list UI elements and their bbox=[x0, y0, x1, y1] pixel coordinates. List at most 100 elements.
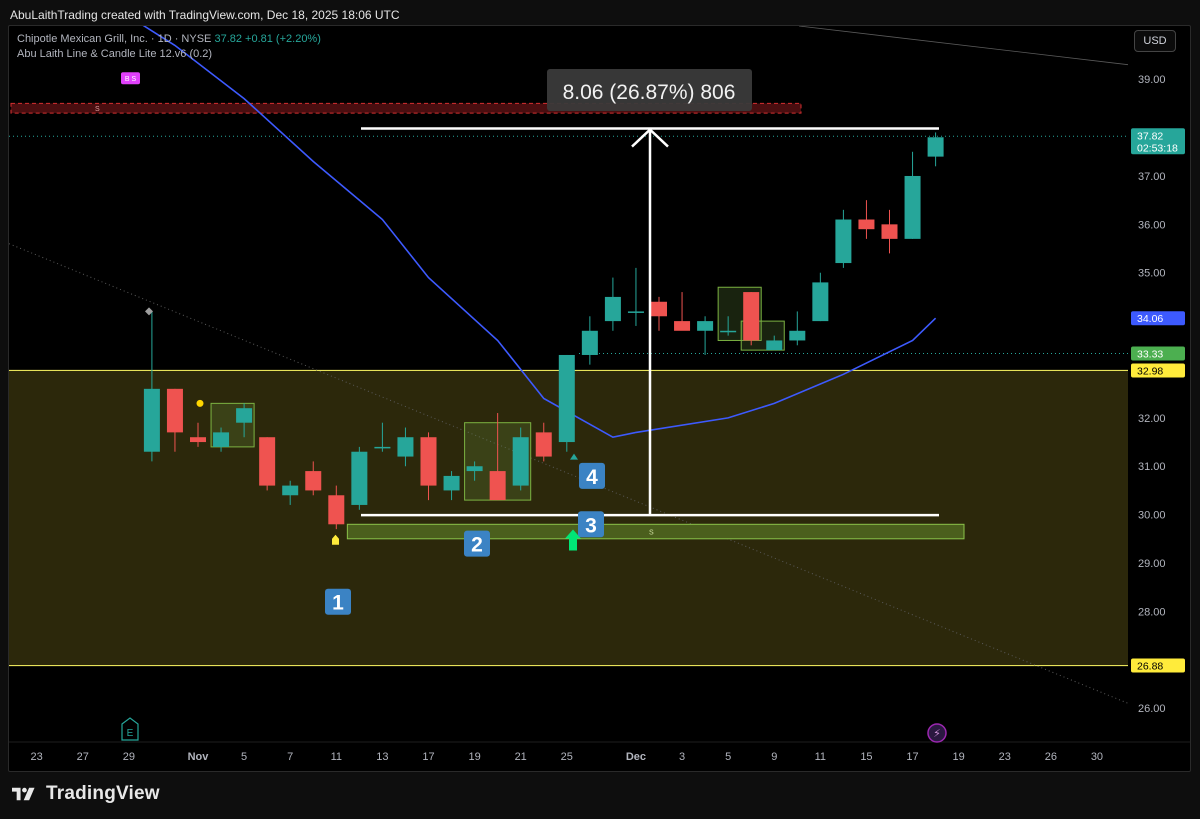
candle-body bbox=[604, 296, 621, 322]
candle-body bbox=[720, 330, 737, 333]
candle-body bbox=[835, 219, 852, 264]
y-tick-label: 29.00 bbox=[1138, 558, 1166, 570]
x-tick-label: 26 bbox=[1045, 751, 1057, 763]
x-tick-label: 11 bbox=[331, 751, 342, 763]
candle-body bbox=[558, 354, 575, 443]
candle-body bbox=[858, 219, 875, 230]
candle[interactable] bbox=[789, 311, 806, 346]
candle-body bbox=[651, 301, 667, 317]
x-tick-label: 5 bbox=[725, 751, 731, 763]
candle-body bbox=[766, 340, 783, 351]
price-change: +0.81 (+2.20%) bbox=[245, 33, 321, 45]
y-tick-label: 26.00 bbox=[1138, 703, 1166, 715]
candle[interactable] bbox=[812, 272, 829, 322]
y-tick-label: 36.00 bbox=[1138, 219, 1166, 231]
x-tick-label: 23 bbox=[999, 751, 1011, 763]
candle-body bbox=[397, 437, 414, 457]
candle-body bbox=[236, 408, 253, 423]
candle-body bbox=[627, 311, 644, 313]
ma-badge-text: 34.06 bbox=[1137, 313, 1163, 325]
step-marker-4-label: 4 bbox=[586, 466, 598, 489]
x-tick-label: 3 bbox=[679, 751, 685, 763]
candle-body bbox=[674, 321, 691, 331]
indicator-legend[interactable]: Abu Laith Line & Candle Lite 12.v6 (0.2) bbox=[17, 48, 212, 60]
candle-body bbox=[697, 321, 714, 331]
candle-body bbox=[581, 330, 598, 355]
candle[interactable] bbox=[651, 296, 667, 331]
last-price: 37.82 bbox=[214, 33, 242, 45]
last-price-badge-text: 37.82 bbox=[1137, 130, 1163, 142]
candle[interactable] bbox=[858, 200, 875, 239]
candle-body bbox=[904, 175, 921, 239]
zone-top-badge-text: 32.98 bbox=[1137, 365, 1163, 377]
candle-body bbox=[282, 485, 299, 496]
candle-body bbox=[466, 466, 483, 472]
zone-bottom-badge-text: 26.88 bbox=[1137, 661, 1163, 673]
x-tick-label: Nov bbox=[188, 751, 210, 763]
candle[interactable] bbox=[627, 267, 644, 326]
last-price-badge-text: 02:53:18 bbox=[1137, 142, 1178, 154]
x-tick-label: 7 bbox=[287, 751, 293, 763]
x-tick-label: 21 bbox=[515, 751, 527, 763]
step-marker-2-label: 2 bbox=[471, 534, 483, 557]
candle-body bbox=[420, 437, 437, 486]
x-tick-label: 15 bbox=[860, 751, 872, 763]
trendline-upper bbox=[798, 26, 1129, 66]
candle-body bbox=[143, 388, 160, 452]
candle[interactable] bbox=[927, 132, 944, 167]
step-marker-3-label: 3 bbox=[585, 514, 597, 537]
y-tick-label: 30.00 bbox=[1138, 510, 1166, 522]
x-tick-label: 25 bbox=[561, 751, 573, 763]
support-band bbox=[346, 523, 965, 540]
earnings-icon-label: E bbox=[127, 728, 134, 739]
candle[interactable] bbox=[558, 354, 575, 452]
symbol-header: Chipotle Mexican Grill, Inc. · 1D · NYSE… bbox=[17, 33, 321, 45]
symbol-name[interactable]: Chipotle Mexican Grill, Inc. · 1D · NYSE bbox=[17, 33, 211, 45]
candle-body bbox=[351, 451, 368, 505]
candle-body bbox=[489, 471, 506, 501]
y-tick-label: 32.00 bbox=[1138, 413, 1166, 425]
tradingview-logo[interactable]: TradingView bbox=[12, 782, 160, 806]
candle[interactable] bbox=[835, 209, 852, 268]
candle[interactable] bbox=[604, 277, 621, 331]
resistance-zone-label: S bbox=[95, 106, 100, 113]
candle-body bbox=[166, 388, 183, 433]
candle-body bbox=[443, 475, 460, 491]
bs-badge-label: B S bbox=[125, 76, 137, 83]
y-tick-label: 39.00 bbox=[1138, 74, 1166, 86]
candle[interactable] bbox=[697, 316, 714, 355]
currency-button[interactable]: USD bbox=[1134, 30, 1176, 52]
x-tick-label: 9 bbox=[771, 751, 777, 763]
x-tick-label: Dec bbox=[626, 751, 646, 763]
step-marker-1-label: 1 bbox=[332, 592, 344, 615]
candle-body bbox=[213, 432, 230, 447]
candle-body bbox=[512, 437, 529, 486]
x-tick-label: 5 bbox=[241, 751, 247, 763]
candle[interactable] bbox=[351, 446, 368, 510]
candle[interactable] bbox=[881, 209, 898, 254]
x-tick-label: 30 bbox=[1091, 751, 1103, 763]
candle-body bbox=[374, 446, 391, 449]
candle-body bbox=[535, 432, 552, 457]
candle[interactable] bbox=[904, 151, 921, 239]
y-tick-label: 28.00 bbox=[1138, 606, 1166, 618]
x-tick-label: 23 bbox=[31, 751, 43, 763]
dividend-icon-label: ⚡ bbox=[933, 728, 941, 740]
candle-body bbox=[743, 292, 760, 341]
x-tick-label: 19 bbox=[953, 751, 965, 763]
chart-panel[interactable]: SS 8.06 (26.87%) 806 B S1234 39.00 37.00 36… bbox=[8, 25, 1191, 772]
candle-body bbox=[812, 282, 829, 322]
price-chart[interactable]: SS 8.06 (26.87%) 806B S1234 39.0037.0036… bbox=[9, 26, 1190, 771]
x-tick-label: 17 bbox=[906, 751, 918, 763]
candle[interactable] bbox=[743, 292, 760, 346]
x-tick-label: 29 bbox=[123, 751, 135, 763]
candle[interactable] bbox=[581, 316, 598, 365]
brand-name: TradingView bbox=[46, 783, 160, 804]
candle[interactable] bbox=[259, 437, 276, 491]
candle[interactable] bbox=[674, 292, 691, 331]
y-tick-label: 37.00 bbox=[1138, 171, 1166, 183]
tradingview-logo-icon bbox=[12, 787, 35, 801]
author-credit: AbuLaithTrading created with TradingView… bbox=[10, 8, 400, 22]
candle-body bbox=[305, 471, 322, 491]
candle-body bbox=[881, 224, 898, 239]
